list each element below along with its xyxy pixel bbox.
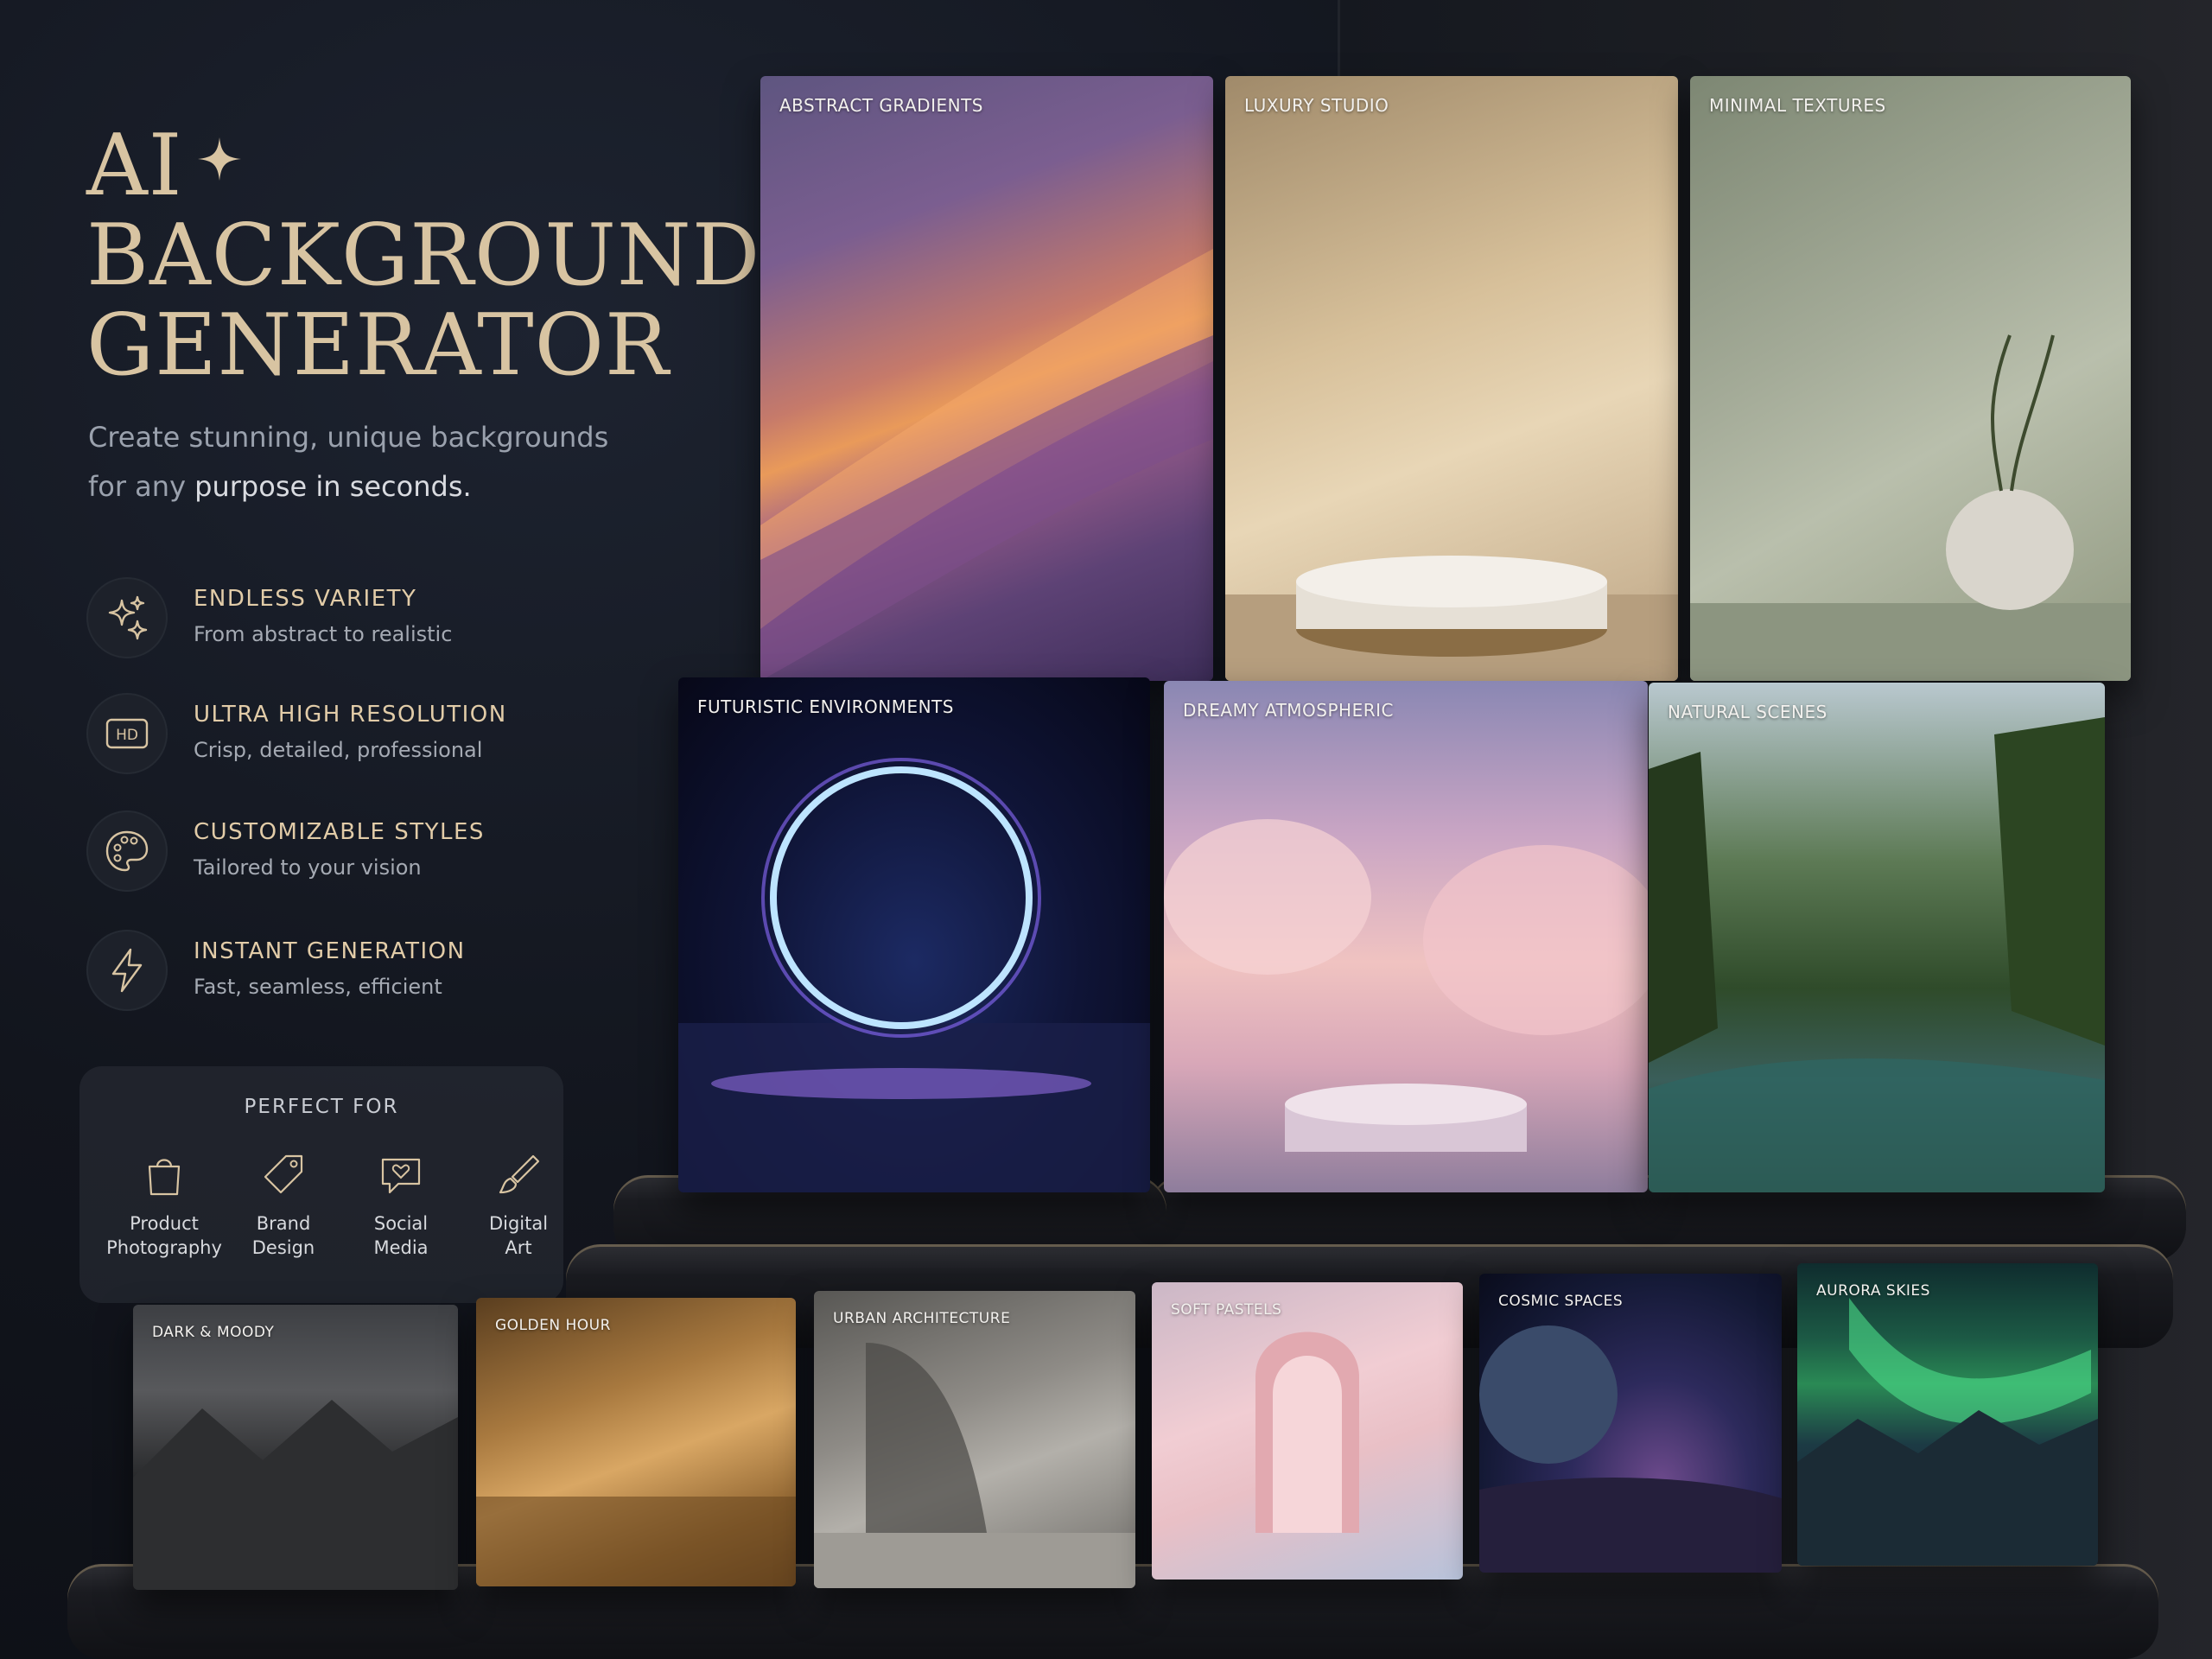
chat-heart-icon [381, 1158, 421, 1194]
perfect-for-heading: PERFECT FOR [244, 1096, 399, 1118]
subtitle-line-2-start: for any [88, 470, 195, 503]
studio-pedestal-art [1225, 556, 1678, 681]
title-line-2: BACKGROUND [86, 207, 761, 305]
feature-desc: Tailored to your vision [194, 855, 422, 880]
feature-title: INSTANT GENERATION [194, 938, 466, 964]
subtitle-highlight: purpose in seconds. [194, 470, 472, 503]
feature-desc: Crisp, detailed, professional [194, 738, 483, 762]
lightning-icon [86, 930, 168, 1011]
aurora-art [1797, 1298, 2098, 1566]
use-case-line2: Art [505, 1237, 532, 1258]
gallery-card-golden-hour[interactable]: GOLDEN HOUR [476, 1298, 796, 1586]
gallery-card-dreamy-atmospheric[interactable]: DREAMY ATMOSPHERIC [1164, 681, 1648, 1192]
card-label: DREAMY ATMOSPHERIC [1183, 700, 1394, 721]
cloud-pedestal-art [1164, 819, 1648, 1152]
use-case-digital-art[interactable]: Digital Art [458, 1149, 579, 1260]
card-label: COSMIC SPACES [1498, 1293, 1624, 1310]
feature-title: ENDLESS VARIETY [194, 586, 417, 612]
shopping-bag-icon [148, 1159, 181, 1196]
neon-ring-art [678, 758, 1150, 1192]
feature-title: ULTRA HIGH RESOLUTION [194, 702, 507, 728]
brush-icon [499, 1154, 540, 1194]
card-label: ABSTRACT GRADIENTS [779, 95, 983, 116]
card-label: LUXURY STUDIO [1244, 95, 1389, 116]
gallery-card-luxury-studio[interactable]: LUXURY STUDIO [1225, 76, 1678, 681]
hd-icon: HD [86, 693, 168, 774]
feature-endless-variety: ENDLESS VARIETY From abstract to realist… [86, 577, 709, 664]
palette-icon [86, 810, 168, 892]
use-case-line1: Social [373, 1213, 429, 1234]
feature-ultra-high-resolution: HD ULTRA HIGH RESOLUTION Crisp, detailed… [86, 693, 709, 779]
title-line-3: GENERATOR [86, 296, 670, 395]
mountain-art [133, 1400, 458, 1590]
svg-text:HD: HD [116, 727, 138, 744]
gallery-card-futuristic-environments[interactable]: FUTURISTIC ENVIRONMENTS [678, 677, 1150, 1192]
page-title: AI BACKGROUND GENERATOR [86, 121, 760, 391]
feature-instant-generation: INSTANT GENERATION Fast, seamless, effic… [86, 930, 709, 1016]
gallery-card-aurora-skies[interactable]: AURORA SKIES [1797, 1263, 2098, 1566]
use-case-line2: Photography [106, 1237, 222, 1258]
subtitle-line-1: Create stunning, unique backgrounds [88, 421, 609, 454]
gallery-card-cosmic-spaces[interactable]: COSMIC SPACES [1479, 1274, 1782, 1573]
use-case-product-photography[interactable]: Product Photography [104, 1149, 225, 1260]
use-case-line2: Media [373, 1237, 429, 1258]
card-label: FUTURISTIC ENVIRONMENTS [697, 696, 954, 717]
planet-art [1479, 1325, 1782, 1573]
subtitle-line-2: for any purpose in seconds. [88, 462, 624, 512]
feature-desc: From abstract to realistic [194, 622, 453, 646]
gallery-card-dark-moody[interactable]: DARK & MOODY [133, 1305, 458, 1590]
card-label: URBAN ARCHITECTURE [833, 1310, 1011, 1327]
use-case-line2: Design [251, 1237, 315, 1258]
forest-lake-art [1649, 717, 2105, 1192]
card-label: AURORA SKIES [1816, 1282, 1930, 1300]
gallery-card-abstract-gradients[interactable]: ABSTRACT GRADIENTS [760, 76, 1213, 681]
card-label: SOFT PASTELS [1171, 1301, 1282, 1319]
sparkle-icon [198, 137, 242, 181]
subtitle: Create stunning, unique backgrounds for … [88, 413, 624, 512]
gallery-card-urban-architecture[interactable]: URBAN ARCHITECTURE [814, 1291, 1135, 1588]
golden-light-art [476, 1497, 796, 1586]
card-label: DARK & MOODY [152, 1324, 275, 1341]
title-line-1: AI [86, 117, 183, 215]
use-case-line1: Brand [256, 1213, 311, 1234]
gallery-card-minimal-textures[interactable]: MINIMAL TEXTURES [1690, 76, 2131, 681]
pastel-arch-art [1255, 1332, 1359, 1533]
perfect-for-panel: PERFECT FOR Product Photography Brand Desi… [79, 1066, 563, 1303]
use-case-social-media[interactable]: Social Media [340, 1149, 461, 1260]
vase-plant-art [1690, 334, 2131, 681]
card-label: NATURAL SCENES [1668, 702, 1827, 722]
use-case-brand-design[interactable]: Brand Design [223, 1149, 344, 1260]
tag-icon [264, 1154, 303, 1194]
concrete-arch-art [814, 1343, 1135, 1588]
feature-desc: Fast, seamless, efficient [194, 975, 442, 999]
feature-title: CUSTOMIZABLE STYLES [194, 819, 485, 845]
feature-customizable-styles: CUSTOMIZABLE STYLES Tailored to your vis… [86, 810, 709, 897]
gallery-card-soft-pastels[interactable]: SOFT PASTELS [1152, 1282, 1463, 1580]
sparkles-icon [86, 577, 168, 658]
use-case-line1: Product [130, 1213, 199, 1234]
card-label: MINIMAL TEXTURES [1709, 95, 1886, 116]
abstract-gradient-art [760, 249, 1213, 681]
use-case-line1: Digital [488, 1213, 549, 1234]
gallery-card-natural-scenes[interactable]: NATURAL SCENES [1649, 683, 2105, 1192]
card-label: GOLDEN HOUR [495, 1317, 611, 1334]
